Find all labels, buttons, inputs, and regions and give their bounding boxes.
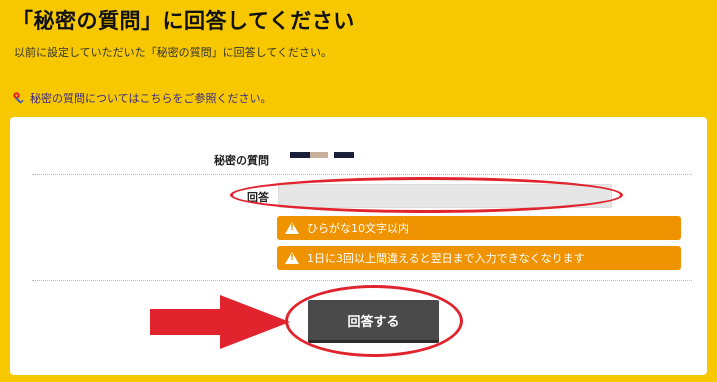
question-row: 秘密の質問 xyxy=(10,142,707,170)
annotation-arrow xyxy=(150,295,290,349)
notice-text: 1日に3回以上間違えると翌日まで入力できなくなります xyxy=(307,252,585,265)
answer-row: 回答 xyxy=(10,177,707,219)
answer-label: 回答 xyxy=(247,191,269,204)
divider xyxy=(32,280,692,281)
notice-hiragana-limit: ひらがな10文字以内 xyxy=(277,216,681,240)
page: 「秘密の質問」に回答してください 以前に設定していただいた「秘密の質問」に回答し… xyxy=(0,0,717,382)
submit-answer-button[interactable]: 回答する xyxy=(308,300,439,340)
warning-icon xyxy=(285,222,299,234)
form-card: 秘密の質問 回答 ひらがな10文字以内 1日に3回以上間違えると翌日まで入力でき… xyxy=(10,117,707,375)
notice-attempt-limit: 1日に3回以上間違えると翌日まで入力できなくなります xyxy=(277,246,681,270)
page-title: 「秘密の質問」に回答してください xyxy=(12,9,355,33)
question-label: 秘密の質問 xyxy=(214,154,269,167)
divider xyxy=(32,174,692,175)
intro-text: 以前に設定していただいた「秘密の質問」に回答してください。 xyxy=(14,46,333,59)
masked-question-value xyxy=(290,152,354,158)
notice-text: ひらがな10文字以内 xyxy=(307,222,409,235)
secret-question-help-link[interactable]: 秘密の質問についてはこちらをご参照ください。 xyxy=(30,90,271,106)
help-link-row: 秘密の質問についてはこちらをご参照ください。 xyxy=(12,90,271,106)
warning-icon xyxy=(285,252,299,264)
key-icon xyxy=(12,91,26,105)
answer-input[interactable] xyxy=(278,184,612,208)
